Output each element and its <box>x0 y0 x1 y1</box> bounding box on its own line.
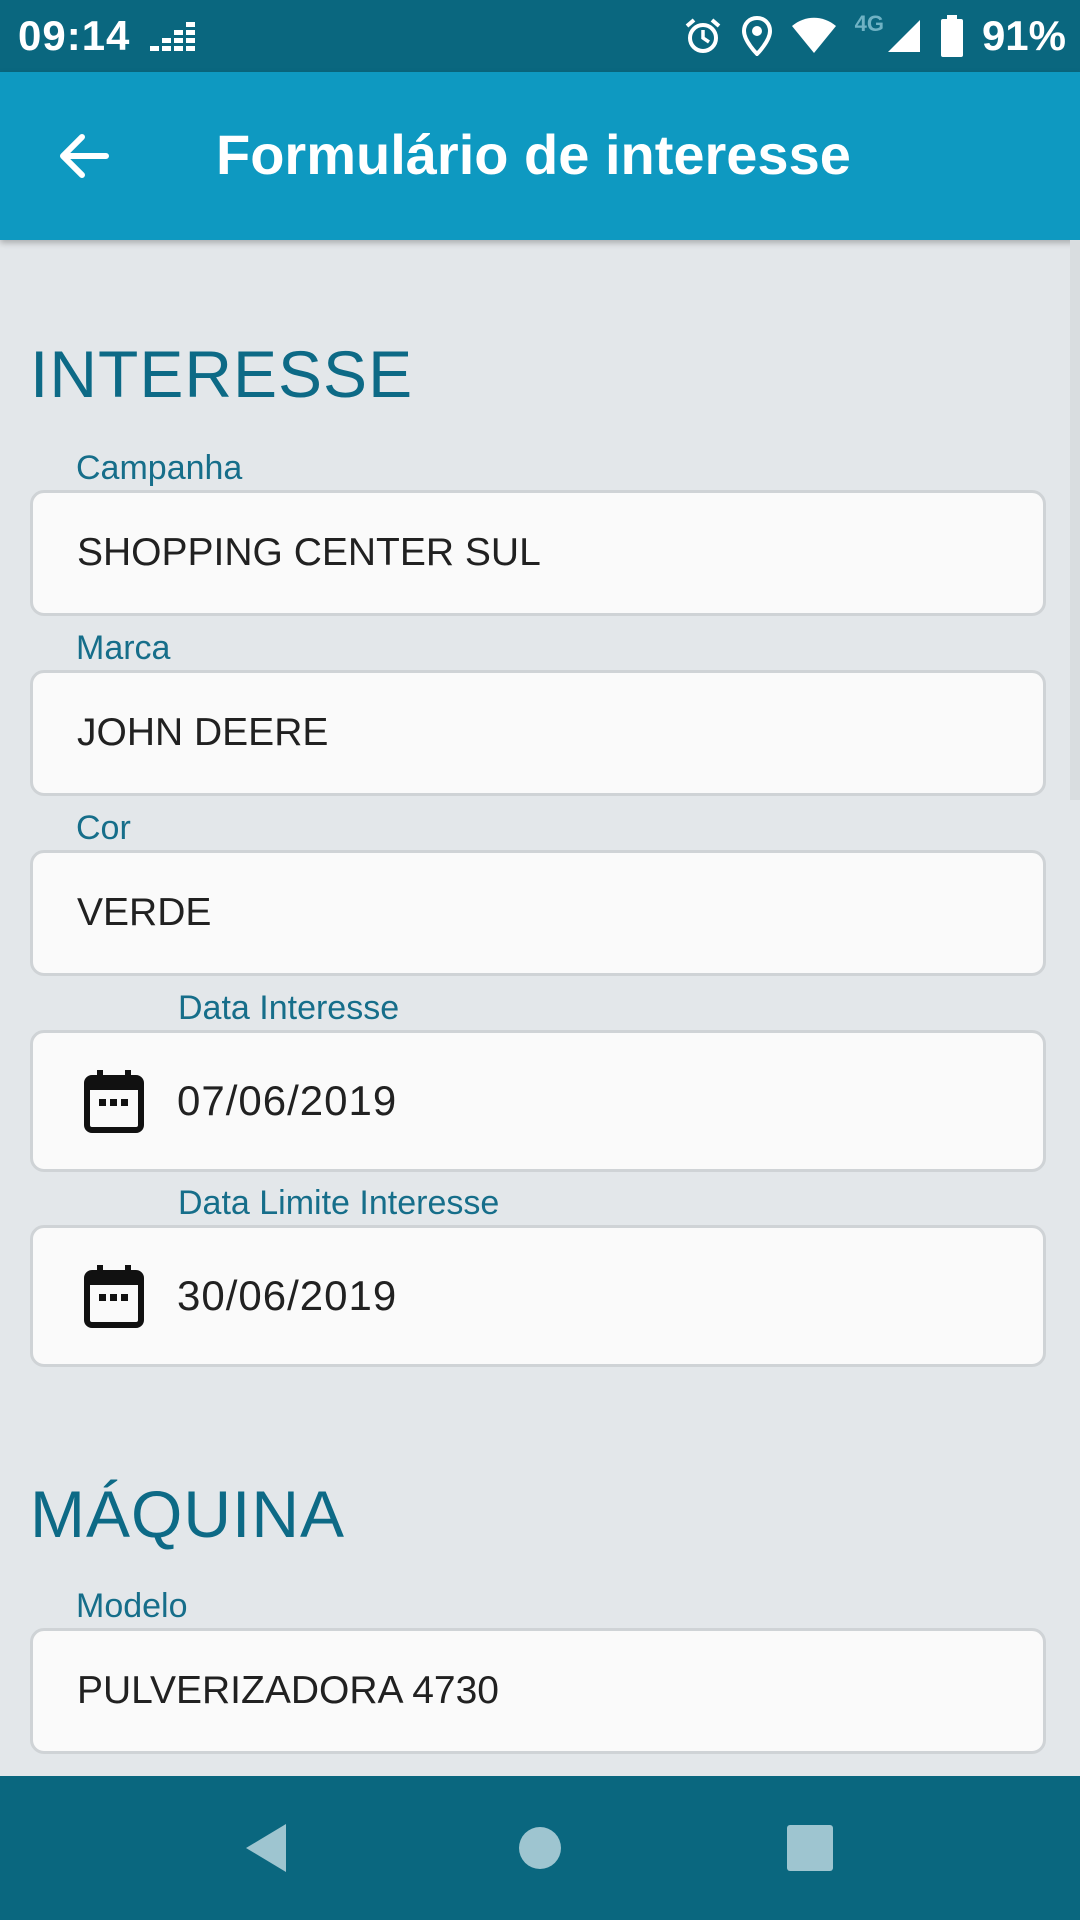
arrow-back-icon <box>60 134 109 178</box>
cor-label: Cor <box>76 809 131 847</box>
marca-value: JOHN DEERE <box>77 711 329 754</box>
data-interesse-label: Data Interesse <box>178 989 400 1027</box>
battery-icon <box>940 15 963 57</box>
marca-field[interactable]: JOHN DEERE <box>30 670 1046 796</box>
status-time: 09:14 <box>18 12 131 59</box>
campanha-value: SHOPPING CENTER SUL <box>77 531 541 574</box>
modelo-value: PULVERIZADORA 4730 <box>77 1669 499 1712</box>
calendar-icon[interactable] <box>83 1264 145 1328</box>
section-title-maquina: MÁQUINA <box>30 1477 346 1551</box>
system-nav-bar <box>0 1776 1080 1920</box>
modelo-field[interactable]: PULVERIZADORA 4730 <box>30 1628 1046 1754</box>
deezer-icon <box>150 22 195 51</box>
status-bar: 09:14 4G 91% <box>0 0 1080 72</box>
nav-home-button[interactable] <box>504 1812 576 1884</box>
data-interesse-field[interactable]: 07/06/2019 <box>30 1030 1046 1172</box>
page-title: Formulário de interesse <box>216 123 851 186</box>
data-interesse-value: 07/06/2019 <box>177 1077 398 1124</box>
data-limite-field[interactable]: 30/06/2019 <box>30 1225 1046 1367</box>
cell-signal-icon <box>887 20 920 52</box>
data-limite-label: Data Limite Interesse <box>178 1184 500 1222</box>
home-circle-icon <box>519 1827 561 1869</box>
scrollbar[interactable] <box>1070 240 1080 800</box>
campanha-field[interactable]: SHOPPING CENTER SUL <box>30 490 1046 616</box>
marca-label: Marca <box>76 629 171 667</box>
wifi-icon <box>791 17 836 53</box>
cor-value: VERDE <box>77 891 212 934</box>
campanha-label: Campanha <box>76 449 243 487</box>
recents-square-icon <box>787 1825 833 1871</box>
back-button[interactable] <box>52 124 116 188</box>
back-triangle-icon <box>246 1824 286 1872</box>
nav-back-button[interactable] <box>230 1812 302 1884</box>
form-content[interactable]: INTERESSE Campanha SHOPPING CENTER SUL M… <box>0 240 1080 1776</box>
modelo-label: Modelo <box>76 1587 188 1625</box>
location-icon <box>741 16 772 56</box>
app-bar: Formulário de interesse <box>0 72 1080 240</box>
battery-percent: 91% <box>981 12 1066 59</box>
data-limite-value: 30/06/2019 <box>177 1272 398 1319</box>
section-title-interesse: INTERESSE <box>30 337 414 411</box>
network-type-label: 4G <box>854 11 884 36</box>
cor-field[interactable]: VERDE <box>30 850 1046 976</box>
calendar-icon[interactable] <box>83 1069 145 1133</box>
alarm-icon <box>685 18 720 53</box>
nav-recents-button[interactable] <box>774 1812 846 1884</box>
